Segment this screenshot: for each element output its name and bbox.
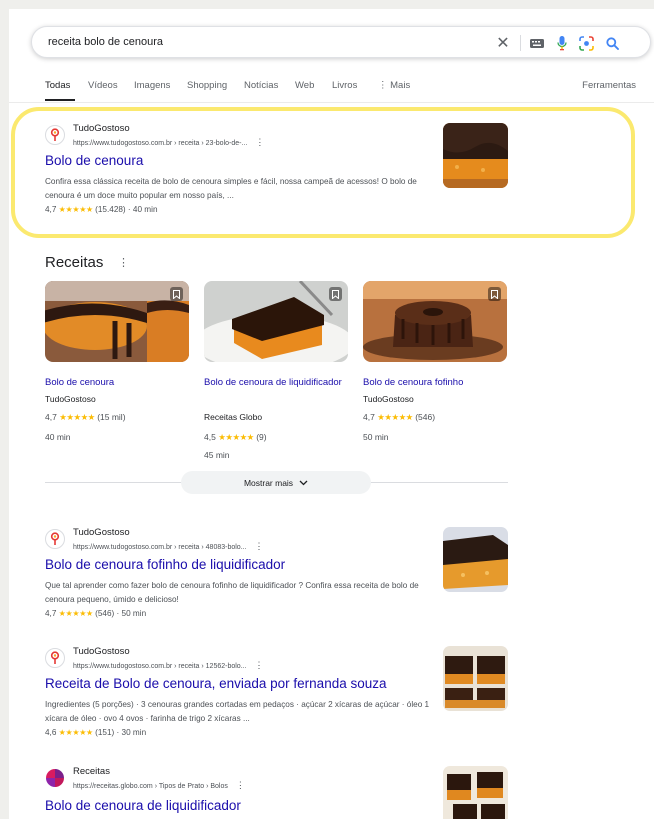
bookmark-icon[interactable] [488,287,501,301]
result-url[interactable]: https://www.tudogostoso.com.br › receita… [73,541,264,552]
result-thumbnail[interactable] [443,527,508,592]
tab-imagens[interactable]: Imagens [134,80,170,91]
recipe-rating: 4,5 ★★★★★ (9) [204,432,267,442]
search-divider [520,35,521,51]
result-menu-icon[interactable]: ⋮ [236,780,245,790]
tab-noticias[interactable]: Notícias [244,80,278,91]
show-more-button[interactable]: Mostrar mais [181,471,371,494]
recipes-menu-icon[interactable]: ⋮ [118,256,129,269]
chevron-down-icon [299,480,308,485]
recipe-card[interactable]: Bolo de cenoura TudoGostoso 4,7 ★★★★★ (1… [45,281,189,442]
microphone-icon[interactable] [555,34,569,52]
result-url[interactable]: https://receitas.globo.com › Tipos de Pr… [73,780,245,791]
rating-stars-icon: ★★★★★ [59,412,95,422]
result-thumbnail[interactable] [443,646,508,711]
recipe-source: TudoGostoso [363,394,414,404]
recipe-title-link[interactable]: Bolo de cenoura de liquidificador [204,374,344,391]
recipe-time: 40 min [45,432,71,442]
result-rating: 4,6 ★★★★★ (151) · 30 min [45,728,147,737]
recipes-section-title: Receitas [45,254,104,271]
search-results-page: receita bolo de cenoura ✕ Todas Vídeos I… [9,9,654,819]
tab-livros[interactable]: Livros [332,80,357,91]
result-menu-icon[interactable]: ⋮ [255,660,264,670]
globo-receitas-favicon-icon [45,768,65,788]
recipe-title-link[interactable]: Bolo de cenoura [45,374,185,391]
search-icon[interactable] [604,34,620,52]
tab-web[interactable]: Web [295,80,314,91]
tab-videos[interactable]: Vídeos [88,80,118,91]
keyboard-icon[interactable] [529,34,545,52]
recipe-title-link[interactable]: Bolo de cenoura fofinho [363,374,503,391]
clear-icon[interactable]: ✕ [495,34,511,52]
result-site-name: Receitas [73,766,110,777]
tab-mais[interactable]: ⋮ Mais [378,80,410,91]
result-url[interactable]: https://www.tudogostoso.com.br › receita… [73,660,264,671]
result-site-name: TudoGostoso [73,527,130,538]
search-input[interactable]: receita bolo de cenoura [48,36,163,48]
tab-shopping[interactable]: Shopping [187,80,227,91]
result-snippet: Que tal aprender como fazer bolo de ceno… [45,581,419,618]
result-title-link[interactable]: Bolo de cenoura fofinho de liquidificado… [45,557,285,572]
recipe-card[interactable]: Bolo de cenoura fofinho TudoGostoso 4,7 … [363,281,507,442]
result-menu-icon[interactable]: ⋮ [255,541,264,551]
recipe-rating: 4,7 ★★★★★ (15 mil) [45,412,126,422]
recipe-rating: 4,7 ★★★★★ (546) [363,412,436,422]
bookmark-icon[interactable] [329,287,342,301]
result-snippet: Ingredientes (5 porções) · 3 cenouras gr… [45,700,430,737]
search-tabs: Todas Vídeos Imagens Shopping Notícias W… [45,79,654,103]
active-tab-indicator [45,99,75,101]
tudogostoso-favicon-icon [45,648,65,668]
recipe-image[interactable] [204,281,348,362]
tab-todas[interactable]: Todas [45,80,70,91]
recipe-card[interactable]: Bolo de cenoura de liquidificador Receit… [204,281,348,460]
bookmark-icon[interactable] [170,287,183,301]
result-thumbnail[interactable] [443,766,508,819]
rating-stars-icon: ★★★★★ [377,412,413,422]
rating-stars-icon: ★★★★★ [58,728,94,737]
recipe-time: 45 min [204,450,230,460]
lens-icon[interactable] [578,34,594,52]
recipe-source: TudoGostoso [45,394,96,404]
rating-stars-icon: ★★★★★ [218,432,254,442]
show-more-label: Mostrar mais [243,477,294,488]
recipe-image[interactable] [363,281,507,362]
tools-button[interactable]: Ferramentas [582,80,636,91]
search-bar[interactable]: receita bolo de cenoura ✕ [31,26,651,58]
highlight-annotation [11,107,635,238]
result-title-link[interactable]: Bolo de cenoura de liquidificador [45,798,241,813]
result-site-name: TudoGostoso [73,646,130,657]
result-rating: 4,7 ★★★★★ (546) · 50 min [45,609,147,618]
recipe-time: 50 min [363,432,389,442]
tabs-divider [9,102,654,103]
recipe-image[interactable] [45,281,189,362]
rating-stars-icon: ★★★★★ [58,609,94,618]
recipe-source: Receitas Globo [204,412,263,422]
result-title-link[interactable]: Receita de Bolo de cenoura, enviada por … [45,676,387,691]
tudogostoso-favicon-icon [45,529,65,549]
